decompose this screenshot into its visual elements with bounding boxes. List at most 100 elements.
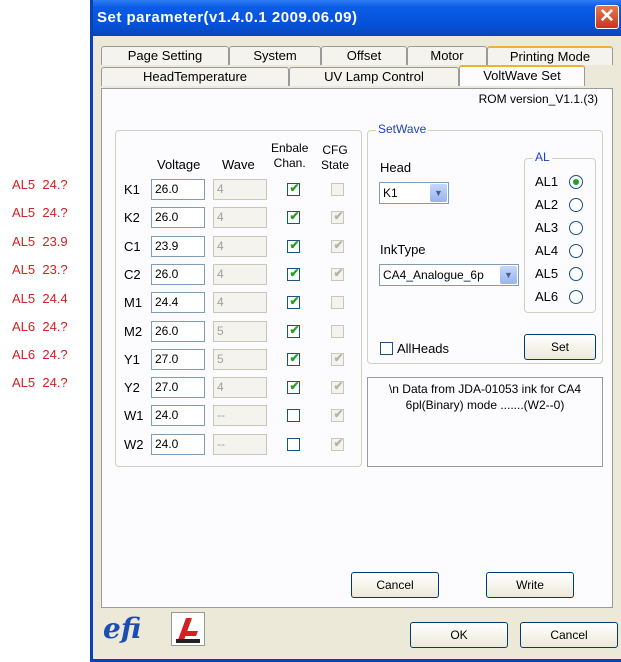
cfg-checkbox — [331, 296, 344, 309]
wave-input: 4 — [213, 236, 267, 257]
side-label: AL5 24.? — [12, 205, 68, 220]
radio-selected-icon — [573, 179, 579, 185]
cancel-button[interactable]: Cancel — [351, 572, 439, 598]
set-button[interactable]: Set — [524, 334, 596, 360]
voltage-input[interactable]: 27.0 — [151, 377, 205, 398]
check-icon: ✔ — [289, 238, 300, 252]
cfg-checkbox — [331, 325, 344, 338]
set-parameter-dialog: Set parameter(v1.4.0.1 2009.06.09) ✕ Pag… — [90, 0, 621, 662]
check-icon: ✔ — [289, 209, 300, 223]
al-radio[interactable] — [569, 221, 583, 235]
head-select[interactable]: K1 ▼ — [379, 182, 449, 204]
al-option-label: AL2 — [535, 197, 559, 212]
al-option[interactable]: AL1 — [535, 173, 591, 191]
al-radio[interactable] — [569, 267, 583, 281]
check-icon: ✔ — [333, 238, 344, 252]
enable-checkbox[interactable]: ✔ — [287, 181, 300, 196]
check-icon: ✔ — [289, 323, 300, 337]
tab-motor[interactable]: Motor — [407, 46, 487, 65]
voltage-input[interactable]: 26.0 — [151, 264, 205, 285]
al-option-label: AL3 — [535, 220, 559, 235]
voltwave-panel: ROM version_V1.1.(3) Voltage Wave Enbale… — [101, 88, 613, 608]
tab-printing-mode[interactable]: Printing Mode — [487, 46, 613, 65]
info-box: \n Data from JDA-01053 ink for CA4 6pl(B… — [367, 377, 603, 467]
close-icon: ✕ — [599, 6, 615, 27]
check-icon: ✔ — [289, 351, 300, 365]
voltage-input[interactable]: 23.9 — [151, 236, 205, 257]
rastek-logo-icon — [176, 618, 200, 643]
al-group: AL AL1 AL2 AL3 AL4 AL5 AL6 — [524, 150, 596, 313]
side-label: AL5 23.9 — [12, 234, 68, 249]
close-button[interactable]: ✕ — [595, 5, 619, 29]
cfg-header: CFG State — [321, 143, 349, 173]
al-option[interactable]: AL3 — [535, 219, 591, 237]
write-button[interactable]: Write — [486, 572, 574, 598]
title-bar[interactable]: Set parameter(v1.4.0.1 2009.06.09) ✕ — [93, 0, 621, 36]
enable-checkbox[interactable]: ✔ — [287, 379, 300, 394]
voltage-input[interactable]: 26.0 — [151, 321, 205, 342]
chevron-down-icon[interactable]: ▼ — [500, 266, 517, 284]
voltage-input[interactable]: 27.0 — [151, 349, 205, 370]
tab-head-temperature[interactable]: HeadTemperature — [101, 67, 289, 86]
voltage-input[interactable]: 24.0 — [151, 405, 205, 426]
setwave-title: SetWave — [376, 122, 429, 136]
row-label: Y1 — [124, 352, 140, 367]
voltage-input[interactable]: 24.4 — [151, 292, 205, 313]
allheads-label: AllHeads — [397, 341, 450, 356]
voltage-header: Voltage — [157, 157, 201, 172]
table-row: K2 26.0 4 ✔ ✔ — [116, 206, 361, 230]
cfg-header-line2: State — [321, 158, 350, 172]
enable-checkbox[interactable]: ✔ — [287, 266, 300, 281]
al-option-label: AL5 — [535, 266, 559, 281]
row-label: C1 — [124, 239, 141, 254]
voltage-input[interactable]: 26.0 — [151, 179, 205, 200]
voltage-input[interactable]: 24.0 — [151, 434, 205, 455]
tab-offset[interactable]: Offset — [321, 46, 407, 65]
enable-checkbox[interactable]: ✔ — [287, 323, 300, 338]
window-title: Set parameter(v1.4.0.1 2009.06.09) — [97, 9, 358, 26]
enable-checkbox[interactable]: ✔ — [287, 351, 300, 366]
tab-page-setting[interactable]: Page Setting — [101, 46, 229, 65]
cfg-checkbox: ✔ — [331, 379, 344, 394]
al-option[interactable]: AL4 — [535, 242, 591, 260]
al-radio[interactable] — [569, 290, 583, 304]
check-icon: ✔ — [333, 407, 344, 421]
cfg-checkbox: ✔ — [331, 407, 344, 422]
row-label: K2 — [124, 210, 140, 225]
side-label: AL5 24.4 — [12, 291, 68, 306]
allheads-checkbox[interactable] — [380, 342, 393, 355]
al-radio[interactable] — [569, 198, 583, 212]
wave-input: 5 — [213, 349, 267, 370]
al-option[interactable]: AL6 — [535, 288, 591, 306]
table-row: M1 24.4 4 ✔ — [116, 291, 361, 315]
table-row: C2 26.0 4 ✔ ✔ — [116, 263, 361, 287]
al-option[interactable]: AL5 — [535, 265, 591, 283]
head-select-value: K1 — [383, 186, 398, 200]
enable-checkbox[interactable]: ✔ — [287, 209, 300, 224]
tab-system[interactable]: System — [229, 46, 321, 65]
table-row: M2 26.0 5 ✔ — [116, 320, 361, 344]
al-radio[interactable] — [569, 175, 583, 189]
side-label: AL5 24.? — [12, 177, 68, 192]
inktype-select[interactable]: CA4_Analogue_6p ▼ — [379, 264, 519, 286]
side-label: AL6 24.? — [12, 319, 68, 334]
enable-checkbox[interactable]: ✔ — [287, 294, 300, 309]
enable-checkbox[interactable] — [287, 409, 300, 422]
voltage-input[interactable]: 26.0 — [151, 207, 205, 228]
check-icon: ✔ — [333, 266, 344, 280]
al-option-label: AL6 — [535, 289, 559, 304]
footer-cancel-button[interactable]: Cancel — [520, 622, 618, 648]
al-radio[interactable] — [569, 244, 583, 258]
row-label: C2 — [124, 267, 141, 282]
enable-checkbox[interactable] — [287, 438, 300, 451]
al-option[interactable]: AL2 — [535, 196, 591, 214]
check-icon: ✔ — [333, 436, 344, 450]
ok-button[interactable]: OK — [410, 622, 508, 648]
enable-checkbox[interactable]: ✔ — [287, 238, 300, 253]
tab-uv-lamp-control[interactable]: UV Lamp Control — [289, 67, 459, 86]
check-icon: ✔ — [333, 351, 344, 365]
tab-voltwave-set[interactable]: VoltWave Set — [459, 65, 585, 86]
table-row: Y1 27.0 5 ✔ ✔ — [116, 348, 361, 372]
chevron-down-icon[interactable]: ▼ — [430, 184, 447, 202]
row-label: M2 — [124, 324, 143, 339]
